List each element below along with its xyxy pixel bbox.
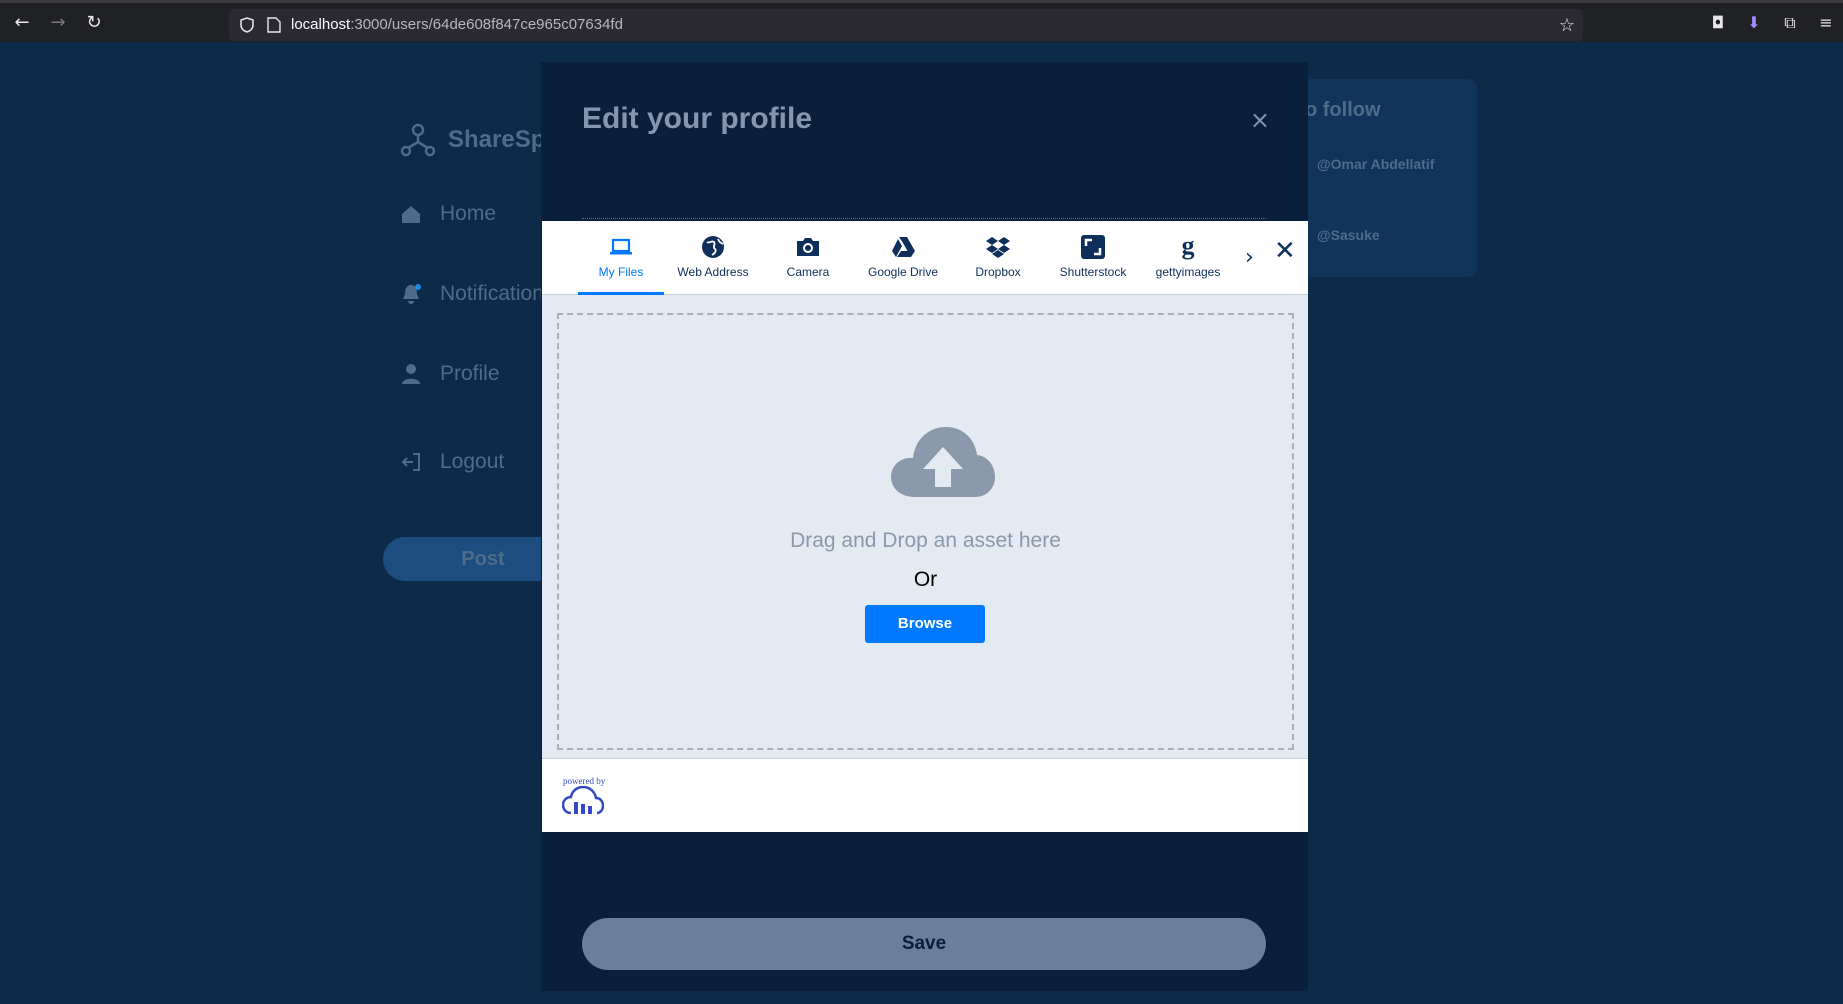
bookmark-star-icon[interactable]: ☆ xyxy=(1559,15,1575,36)
cloudinary-logo-icon[interactable] xyxy=(562,786,604,816)
tab-dropbox[interactable]: Dropbox xyxy=(955,221,1041,295)
tab-shutterstock[interactable]: Shutterstock xyxy=(1048,221,1138,295)
dropzone-area: Drag and Drop an asset here Or Browse xyxy=(542,295,1308,758)
camera-icon xyxy=(797,238,819,256)
follow-suggestion-handle[interactable]: @Sasuke xyxy=(1317,227,1380,243)
who-to-follow-title: o follow xyxy=(1305,99,1381,121)
nav-label: Logout xyxy=(440,450,505,473)
tab-label: Shutterstock xyxy=(1059,265,1127,279)
tab-label: Google Drive xyxy=(867,265,939,279)
tab-label: My Files xyxy=(598,265,644,279)
nav-logout[interactable]: Logout xyxy=(400,450,504,474)
close-icon[interactable]: ✕ xyxy=(1274,236,1296,266)
nav-label: Notifications xyxy=(440,282,555,305)
brand-name: ShareSp xyxy=(448,126,546,153)
laptop-icon xyxy=(610,238,632,255)
tab-web-address[interactable]: Web Address xyxy=(670,221,756,295)
logout-icon xyxy=(401,453,420,471)
share-network-icon xyxy=(400,123,436,157)
tab-label: Camera xyxy=(786,265,830,279)
powered-by-text: powered by xyxy=(563,776,606,786)
address-bar[interactable]: localhost:3000/users/64de608f847ce965c07… xyxy=(229,9,1583,41)
chevron-right-icon[interactable]: › xyxy=(1245,245,1254,270)
reload-icon[interactable]: ↻ xyxy=(84,13,104,33)
drag-drop-text: Drag and Drop an asset here xyxy=(790,529,1061,552)
tab-my-files[interactable]: My Files xyxy=(578,221,664,295)
nav-label: Home xyxy=(440,202,497,225)
page-icon xyxy=(267,17,281,33)
menu-icon[interactable]: ≡ xyxy=(1815,13,1837,35)
tab-camera[interactable]: Camera xyxy=(765,221,851,295)
source-tabs: My Files Web Address Camera Google Drive… xyxy=(542,221,1308,295)
extensions-icon[interactable]: ⧉ xyxy=(1779,13,1801,35)
bell-icon xyxy=(403,284,421,304)
globe-icon xyxy=(702,236,724,258)
browser-toolbar: ← → ↻ localhost:3000/users/64de608f847ce… xyxy=(0,0,1843,42)
home-icon xyxy=(402,206,420,223)
divider xyxy=(582,218,1266,219)
tab-label: gettyimages xyxy=(1155,265,1221,279)
shield-icon[interactable] xyxy=(239,17,255,33)
back-icon[interactable]: ← xyxy=(12,13,32,33)
pocket-icon[interactable]: ◘ xyxy=(1707,13,1729,35)
dropbox-icon xyxy=(986,237,1010,258)
cloud-upload-icon xyxy=(891,427,995,497)
follow-suggestion-handle[interactable]: @Omar Abdellatif xyxy=(1317,156,1434,172)
nav-profile[interactable]: Profile xyxy=(400,362,500,386)
or-text: Or xyxy=(913,568,938,591)
tab-gettyimages[interactable]: g gettyimages xyxy=(1143,221,1233,295)
url-path: :3000/users/64de608f847ce965c07634fd xyxy=(350,16,623,33)
widget-footer: powered by xyxy=(542,758,1308,832)
tab-label: Dropbox xyxy=(975,265,1021,279)
nav-notifications[interactable]: Notifications xyxy=(400,282,554,306)
save-button[interactable]: Save xyxy=(582,918,1266,970)
shutterstock-icon xyxy=(1081,235,1105,259)
tab-label: Web Address xyxy=(677,265,749,279)
dropzone[interactable]: Drag and Drop an asset here Or Browse xyxy=(557,313,1294,750)
svg-text:g: g xyxy=(1182,233,1195,260)
forward-icon[interactable]: → xyxy=(48,13,68,33)
close-modal-icon[interactable]: × xyxy=(1250,106,1270,134)
nav-label: Profile xyxy=(440,362,500,385)
tab-google-drive[interactable]: Google Drive xyxy=(860,221,946,295)
user-icon xyxy=(402,364,420,384)
google-drive-icon xyxy=(892,237,915,257)
url-text[interactable]: localhost:3000/users/64de608f847ce965c07… xyxy=(291,16,623,33)
edit-profile-title: Edit your profile xyxy=(582,102,813,135)
url-host: localhost xyxy=(291,16,351,33)
browse-button[interactable]: Browse xyxy=(865,605,985,643)
upload-widget: My Files Web Address Camera Google Drive… xyxy=(542,221,1308,832)
app-logo[interactable]: ShareSp xyxy=(400,122,545,158)
download-icon[interactable]: ⬇ xyxy=(1743,13,1765,35)
gettyimages-icon: g xyxy=(1182,233,1195,260)
nav-home[interactable]: Home xyxy=(400,202,496,226)
